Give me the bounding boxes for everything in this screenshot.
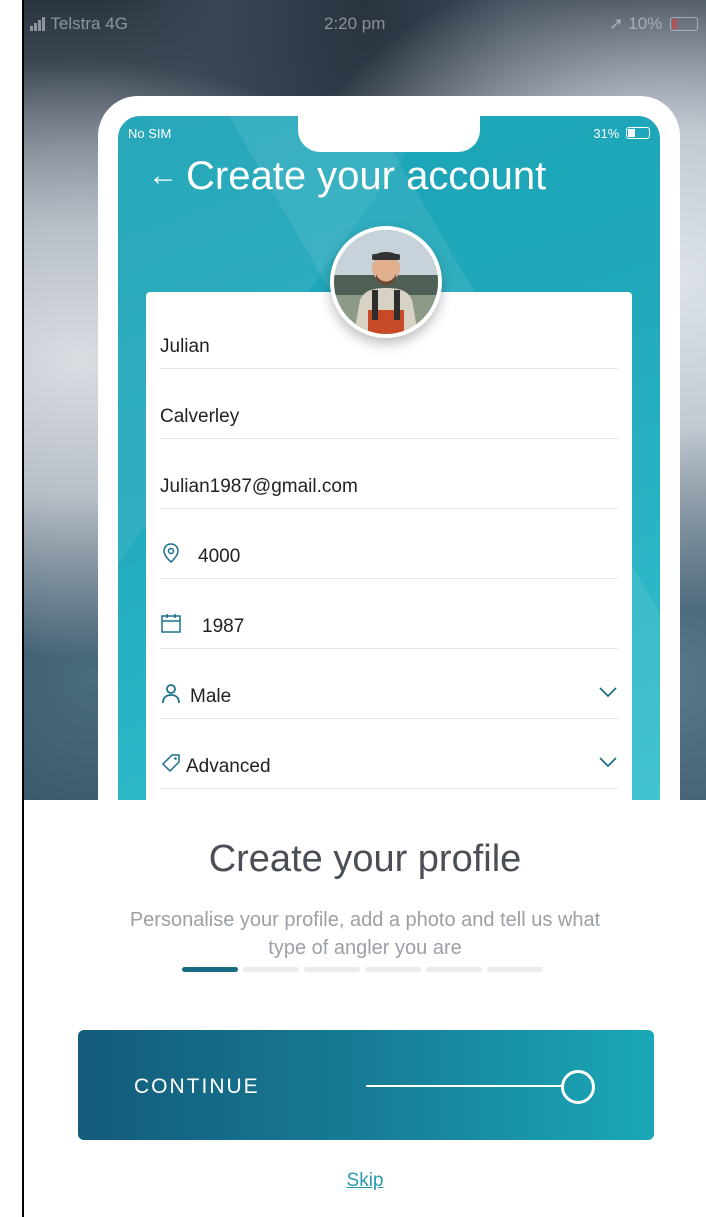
mockup-screen: No SIM 31% ← Create your account Julian C	[118, 116, 660, 800]
profile-photo-icon	[334, 230, 438, 334]
onboarding-title: Create your profile	[208, 838, 522, 880]
progress-step-2	[243, 967, 299, 972]
mockup-form-card: Julian Calverley Julian1987@gmail.com 40…	[146, 292, 632, 800]
mockup-battery-icon	[626, 127, 650, 139]
email-field: Julian1987@gmail.com	[160, 438, 618, 509]
mockup-title-text: Create your account	[186, 154, 547, 198]
birth-year-field: 1987	[160, 578, 618, 649]
onboarding-sheet: Create your profile Personalise your pro…	[24, 800, 706, 1217]
subtitle-line-1: Personalise your profile, add a photo an…	[129, 909, 601, 931]
subtitle-line-2: type of angler you are	[268, 937, 462, 959]
mockup-battery-percent: 31%	[593, 126, 620, 141]
signal-icon	[30, 16, 46, 36]
gender-value: Male	[190, 686, 232, 707]
experience-value: Advanced	[186, 756, 271, 777]
avatar	[330, 226, 442, 338]
chevron-down-icon	[599, 757, 617, 768]
skip-link[interactable]: Skip	[24, 1170, 706, 1192]
mockup-carrier: No SIM	[128, 126, 172, 141]
birth-year-value: 1987	[202, 616, 245, 637]
location-arrow-icon: ➚	[609, 14, 624, 33]
progress-step-6	[487, 967, 543, 972]
status-left: Telstra 4G	[30, 14, 128, 36]
progress-step-1	[182, 967, 238, 972]
battery-percent: 10%	[628, 14, 663, 33]
email-value: Julian1987@gmail.com	[160, 476, 358, 497]
onboarding-subtitle: Personalise your profile, add a photo an…	[24, 906, 706, 962]
first-name-value: Julian	[160, 336, 210, 357]
phone-mockup: No SIM 31% ← Create your account Julian C	[98, 96, 680, 800]
progress-indicator	[182, 967, 546, 973]
status-bar: Telstra 4G 2:20 pm ➚ 10%	[24, 6, 706, 36]
carrier-label: Telstra	[50, 14, 101, 33]
continue-label: CONTINUE	[134, 1075, 260, 1098]
battery-icon	[670, 17, 698, 31]
person-icon	[162, 684, 180, 704]
hero-image: Telstra 4G 2:20 pm ➚ 10% No SIM 31% ← Cr…	[24, 0, 706, 800]
slider-track	[366, 1085, 564, 1087]
calendar-icon	[161, 614, 181, 633]
mockup-status-right: 31%	[593, 126, 650, 141]
progress-step-3	[304, 967, 360, 972]
continue-button[interactable]: CONTINUE	[78, 1030, 654, 1140]
experience-field: Advanced	[160, 718, 618, 789]
mockup-title: ← Create your account	[148, 154, 546, 199]
progress-step-5	[426, 967, 482, 972]
progress-step-4	[365, 967, 421, 972]
network-label: 4G	[105, 14, 128, 33]
tag-icon	[161, 754, 180, 773]
last-name-value: Calverley	[160, 406, 240, 427]
postcode-field: 4000	[160, 508, 618, 579]
chevron-down-icon	[599, 687, 617, 698]
gender-field: Male	[160, 648, 618, 719]
app-screen: Telstra 4G 2:20 pm ➚ 10% No SIM 31% ← Cr…	[0, 0, 706, 1217]
clock: 2:20 pm	[324, 14, 386, 33]
back-arrow-icon: ←	[148, 159, 178, 192]
location-pin-icon	[163, 543, 179, 563]
phone-notch	[298, 116, 480, 152]
status-right: ➚ 10%	[609, 14, 698, 34]
slider-knob[interactable]	[561, 1070, 595, 1104]
last-name-field: Calverley	[160, 368, 618, 439]
postcode-value: 4000	[198, 546, 241, 567]
